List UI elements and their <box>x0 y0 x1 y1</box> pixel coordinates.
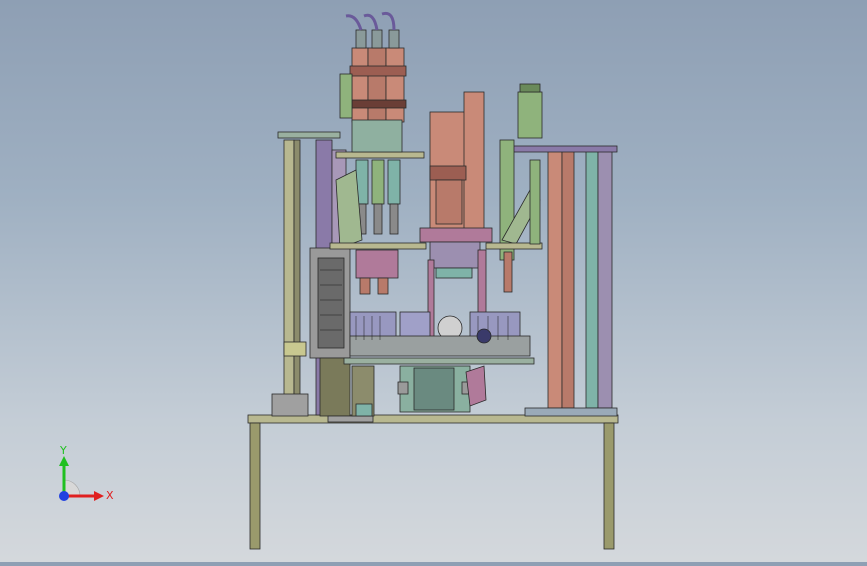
machine-assembly-model[interactable] <box>0 0 867 562</box>
y-axis-label: Y <box>59 444 67 457</box>
cad-viewport[interactable] <box>0 0 867 562</box>
base-table <box>247 414 619 550</box>
fixture-row <box>349 311 531 357</box>
x-axis-label: X <box>106 489 114 502</box>
axis-triad-graphic: Y X <box>59 444 114 502</box>
top-cylinder-bank <box>339 11 407 123</box>
z-axis-dot-icon <box>59 491 69 501</box>
x-axis-arrow-icon <box>94 491 104 501</box>
y-axis-arrow-icon <box>59 456 69 466</box>
coordinate-triad: Y X <box>40 440 120 520</box>
